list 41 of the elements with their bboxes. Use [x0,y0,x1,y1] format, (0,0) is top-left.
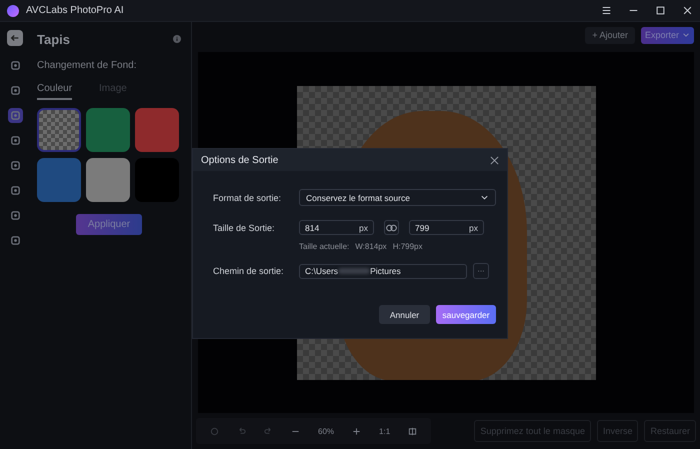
path-label: Chemin de sortie: [213,266,285,276]
back-button[interactable] [7,30,23,46]
format-label: Format de sortie: [213,192,282,202]
maximize-icon[interactable] [656,6,665,15]
path-field[interactable]: C:\Users Pictures [299,264,467,278]
app-logo-icon [7,4,19,16]
color-swatch[interactable] [37,108,81,152]
info-icon[interactable] [173,35,181,43]
save-button[interactable]: sauvegarder [436,305,496,324]
size-label: Taille de Sortie: [213,222,276,232]
close-icon[interactable] [683,6,692,15]
compare-icon[interactable] [408,426,418,436]
current-height: H:799px [392,242,422,251]
cancel-button[interactable]: Annuler [379,305,430,324]
current-size-label: Taille actuelle: [299,242,350,251]
link-icon[interactable] [384,220,399,235]
panel-title: Tapis [37,32,70,46]
zoom-in-icon[interactable] [352,426,362,436]
current-width: W:814px [355,242,387,251]
section-label: Changement de Fond: [37,60,138,71]
height-field[interactable]: 799 px [409,220,484,235]
dialog-title: Options de Sortie [201,154,278,166]
caret-icon [682,31,690,39]
zoom-level: 60% [318,426,334,436]
color-swatch[interactable] [86,158,130,202]
color-swatch[interactable] [86,108,130,152]
chevron-down-icon [480,193,489,202]
menu-icon[interactable] [602,6,611,15]
back-arrow-icon [10,33,20,43]
tool-icon[interactable] [8,108,22,123]
format-dropdown[interactable]: Conservez le format source [299,189,496,206]
tab[interactable]: Couleur [37,83,72,100]
apply-button[interactable]: Appliquer [76,214,142,235]
add-button[interactable]: + Ajouter [585,26,635,44]
color-swatch[interactable] [135,108,179,152]
color-swatch[interactable] [37,158,81,202]
close-icon[interactable] [490,156,499,164]
actual-size-button[interactable]: 1:1 [379,426,390,436]
window-title: AVCLabs PhotoPro AI [26,5,124,16]
export-button[interactable]: Exporter [640,26,694,44]
width-field[interactable]: 814 px [299,220,374,235]
